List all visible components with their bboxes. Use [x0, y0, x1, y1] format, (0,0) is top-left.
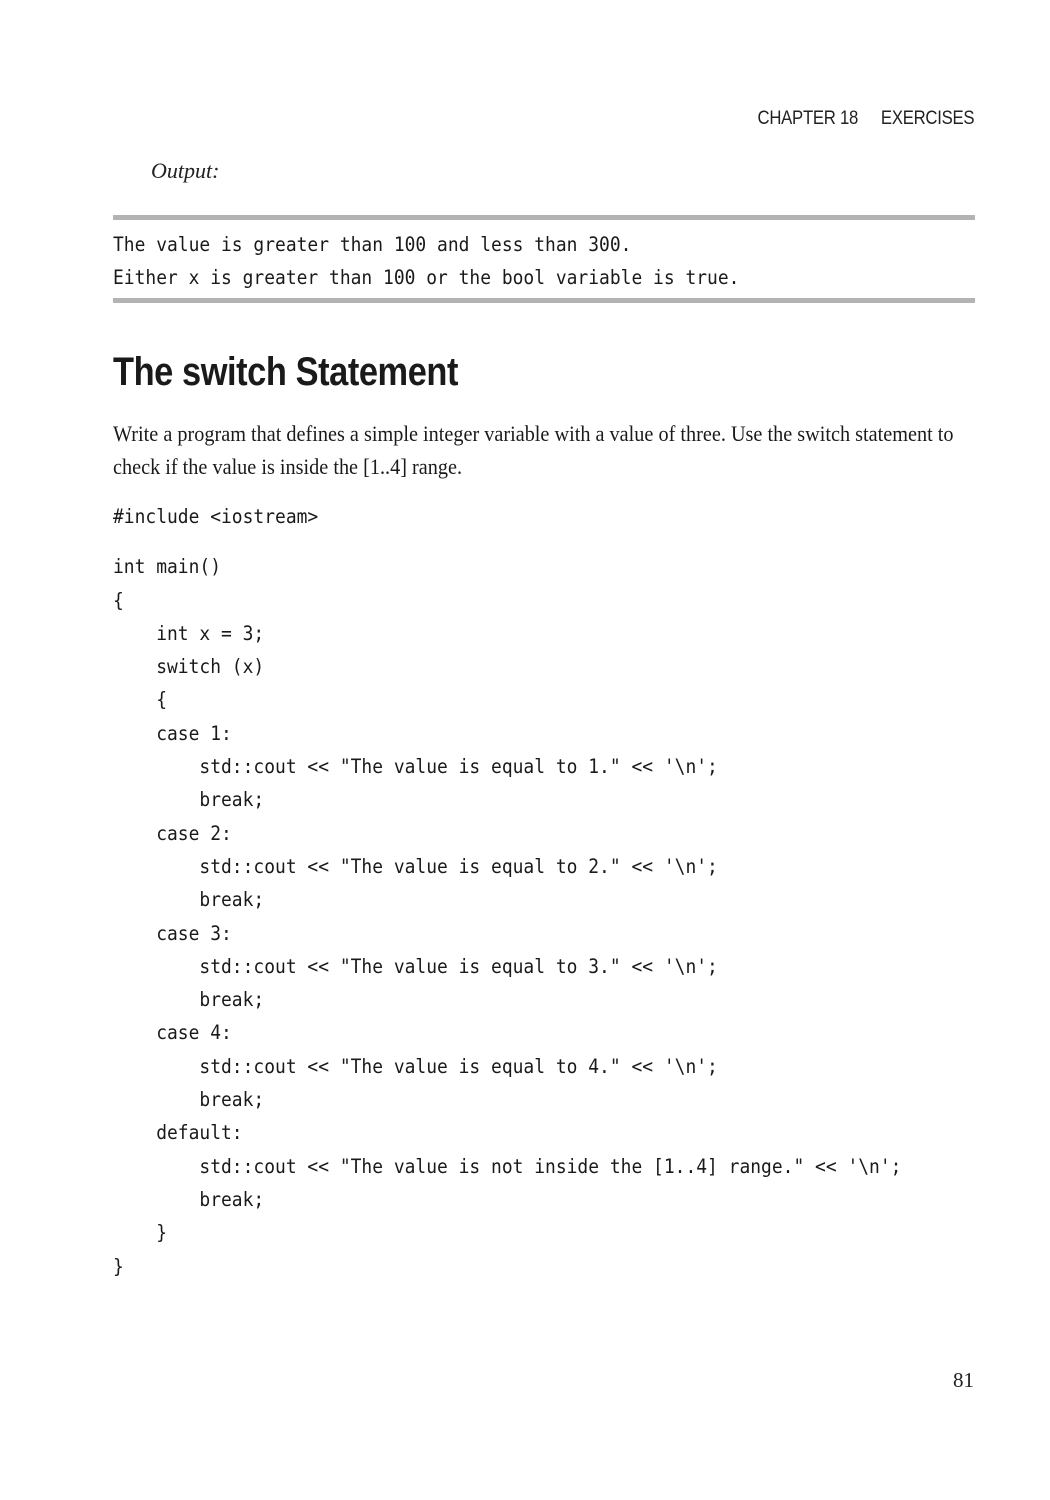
code-line: {: [113, 588, 124, 612]
code-line: int main(): [113, 555, 222, 579]
output-line: The value is greater than 100 and less t…: [113, 233, 632, 256]
code-line: break;: [113, 1187, 265, 1211]
code-line: std::cout << "The value is equal to 3." …: [113, 954, 718, 978]
code-line: std::cout << "The value is equal to 1." …: [113, 755, 718, 779]
running-head: CHAPTER 18 EXERCISES: [757, 108, 974, 130]
code-line: {: [113, 688, 168, 712]
code-line: default:: [113, 1121, 243, 1145]
page-number: 81: [953, 1368, 974, 1392]
code-block: #include <iostream> int main() { int x =…: [113, 500, 970, 1283]
code-line: case 1:: [113, 721, 232, 745]
chapter-title: EXERCISES: [880, 108, 975, 129]
code-line: int x = 3;: [113, 621, 265, 645]
chapter-label: CHAPTER 18: [757, 108, 858, 129]
output-block: The value is greater than 100 and less t…: [113, 215, 975, 303]
output-label: Output:: [151, 158, 220, 183]
code-line: break;: [113, 988, 265, 1012]
code-include-line: #include <iostream>: [113, 505, 319, 528]
code-line: break;: [113, 1088, 265, 1112]
code-line: break;: [113, 888, 265, 912]
code-line: std::cout << "The value is equal to 2." …: [113, 854, 718, 878]
section-heading: The switch Statement: [113, 350, 459, 394]
code-line: case 4:: [113, 1021, 232, 1045]
output-line: Either x is greater than 100 or the bool…: [113, 266, 740, 289]
code-line: case 3:: [113, 921, 232, 945]
code-line: std::cout << "The value is equal to 4." …: [113, 1054, 718, 1078]
code-line: break;: [113, 788, 265, 812]
code-line: std::cout << "The value is not inside th…: [113, 1154, 902, 1178]
code-line: }: [113, 1254, 124, 1278]
code-gap: [113, 533, 970, 550]
code-line: case 2:: [113, 821, 232, 845]
code-line: }: [113, 1221, 168, 1245]
code-line: switch (x): [113, 655, 265, 679]
body-paragraph: Write a program that defines a simple in…: [113, 421, 954, 479]
